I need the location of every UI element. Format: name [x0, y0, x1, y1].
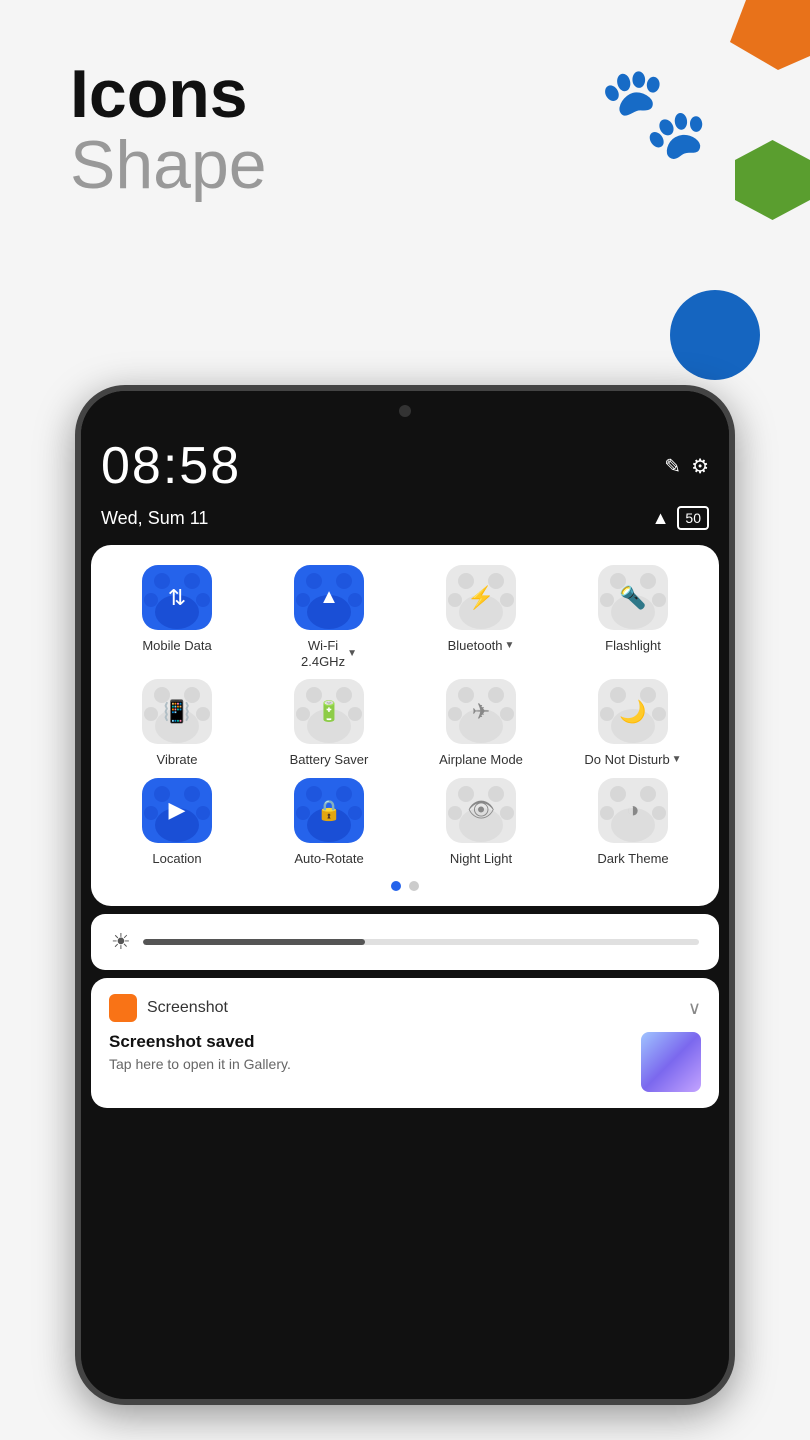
- phone-frame: 08:58 ✎ ⚙ Wed, Sum 11 ▲ 50: [75, 385, 735, 1405]
- qs-item-bluetooth[interactable]: ⚡ Bluetooth ▼: [410, 565, 552, 669]
- date-bar: Wed, Sum 11 ▲ 50: [81, 501, 729, 545]
- quick-settings-panel: ⇅ Mobile Data ▲: [91, 545, 719, 906]
- brightness-bar[interactable]: ☀: [91, 914, 719, 970]
- page-title: Icons: [70, 60, 267, 128]
- qs-item-location[interactable]: ▶ Location: [106, 778, 248, 867]
- night-light-label: Night Light: [450, 851, 512, 867]
- qs-item-vibrate[interactable]: 📳 Vibrate: [106, 679, 248, 768]
- qs-item-dark-theme[interactable]: ◑ Dark Theme: [562, 778, 704, 867]
- page-subtitle: Shape: [70, 128, 267, 203]
- qs-item-flashlight[interactable]: 🔦 Flashlight: [562, 565, 704, 669]
- brightness-fill: [143, 939, 366, 945]
- page-dot-2[interactable]: [409, 881, 419, 891]
- vibrate-icon-wrap: 📳: [142, 679, 212, 744]
- wifi-label: Wi-Fi2.4GHz: [301, 638, 345, 669]
- night-light-icon-wrap: 👁: [446, 778, 516, 843]
- notification-header: Screenshot ∨: [109, 994, 701, 1022]
- header-section: Icons Shape: [70, 60, 267, 203]
- phone-top-bar: [81, 391, 729, 431]
- camera-dot: [399, 405, 411, 417]
- qs-item-wifi[interactable]: ▲ Wi-Fi2.4GHz ▼: [258, 565, 400, 669]
- flashlight-icon-wrap: 🔦: [598, 565, 668, 630]
- location-label: Location: [152, 851, 201, 867]
- dnd-icon-wrap: 🌙: [598, 679, 668, 744]
- time-display: 08:58: [101, 436, 241, 496]
- notification-thumbnail: [641, 1032, 701, 1092]
- bluetooth-icon-wrap: ⚡: [446, 565, 516, 630]
- wifi-status-icon: ▲: [652, 508, 670, 529]
- notification-subtitle: Tap here to open it in Gallery.: [109, 1056, 629, 1072]
- notification-title-row: Screenshot: [109, 994, 228, 1022]
- volume-down-button[interactable]: [731, 651, 735, 751]
- qs-item-airplane[interactable]: ✈ Airplane Mode: [410, 679, 552, 768]
- deco-orange-shape: [730, 0, 810, 70]
- notification-title: Screenshot saved: [109, 1032, 629, 1052]
- deco-blue-circle: [670, 290, 760, 380]
- flashlight-label: Flashlight: [605, 638, 661, 654]
- battery-saver-label: Battery Saver: [290, 752, 369, 768]
- gnome-paw-logo: 🐾: [598, 60, 710, 165]
- battery-indicator: 50: [677, 506, 709, 530]
- notification-app-name: Screenshot: [147, 999, 228, 1017]
- page-dots: [106, 881, 704, 891]
- battery-saver-icon-wrap: 🔋: [294, 679, 364, 744]
- qs-item-mobile-data[interactable]: ⇅ Mobile Data: [106, 565, 248, 669]
- mobile-data-icon-wrap: ⇅: [142, 565, 212, 630]
- qs-item-night-light[interactable]: 👁 Night Light: [410, 778, 552, 867]
- notification-card[interactable]: Screenshot ∨ Screenshot saved Tap here t…: [91, 978, 719, 1108]
- wifi-icon-wrap: ▲: [294, 565, 364, 630]
- date-display: Wed, Sum 11: [101, 508, 208, 529]
- airplane-icon-wrap: ✈: [446, 679, 516, 744]
- location-icon-wrap: ▶: [142, 778, 212, 843]
- auto-rotate-label: Auto-Rotate: [294, 851, 363, 867]
- qs-item-auto-rotate[interactable]: 🔒 Auto-Rotate: [258, 778, 400, 867]
- dark-theme-label: Dark Theme: [597, 851, 668, 867]
- qs-item-battery-saver[interactable]: 🔋 Battery Saver: [258, 679, 400, 768]
- airplane-label: Airplane Mode: [439, 752, 523, 768]
- bluetooth-label: Bluetooth: [448, 638, 503, 654]
- notification-app-icon: [109, 994, 137, 1022]
- deco-green-shape: [735, 140, 810, 220]
- brightness-icon: ☀: [111, 929, 131, 955]
- dark-theme-icon-wrap: ◑: [598, 778, 668, 843]
- status-icons: ✎ ⚙: [664, 454, 709, 479]
- qs-item-dnd[interactable]: 🌙 Do Not Disturb ▼: [562, 679, 704, 768]
- mobile-data-label: Mobile Data: [142, 638, 211, 654]
- vibrate-label: Vibrate: [157, 752, 198, 768]
- page-dot-1[interactable]: [391, 881, 401, 891]
- status-bar: 08:58 ✎ ⚙: [81, 431, 729, 501]
- edit-icon: ✎: [664, 454, 681, 479]
- notification-chevron[interactable]: ∨: [688, 998, 701, 1019]
- phone-screen: 08:58 ✎ ⚙ Wed, Sum 11 ▲ 50: [81, 391, 729, 1399]
- brightness-track[interactable]: [143, 939, 699, 945]
- dnd-label: Do Not Disturb: [584, 752, 669, 768]
- settings-icon: ⚙: [691, 454, 709, 479]
- volume-up-button[interactable]: [731, 571, 735, 631]
- auto-rotate-icon-wrap: 🔒: [294, 778, 364, 843]
- quick-settings-grid: ⇅ Mobile Data ▲: [106, 565, 704, 866]
